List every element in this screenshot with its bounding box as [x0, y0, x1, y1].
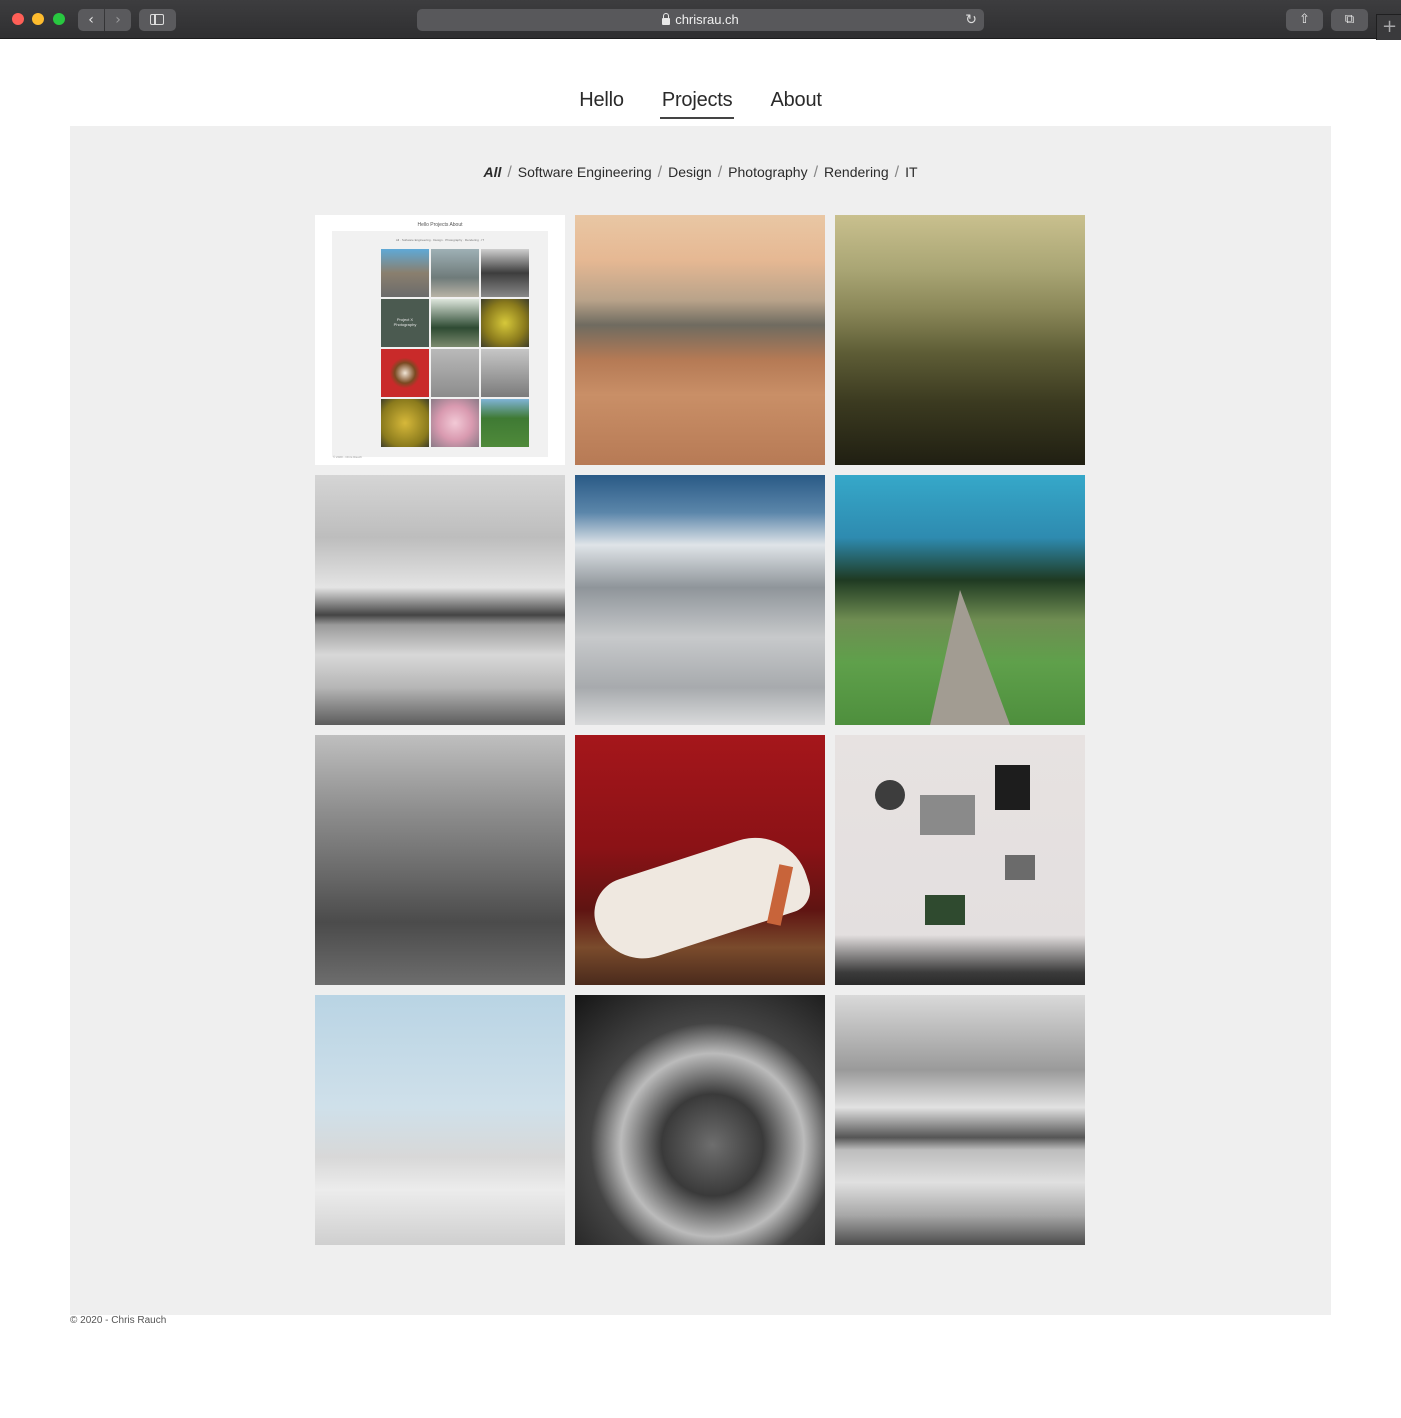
- filter-all[interactable]: All: [483, 164, 501, 180]
- show-tabs-button[interactable]: ⧉: [1331, 9, 1368, 31]
- filter-software-engineering[interactable]: Software Engineering: [518, 164, 652, 180]
- project-tile-website[interactable]: Hello Projects About All · Software Engi…: [315, 215, 565, 465]
- project-tile-snowy-mountains[interactable]: [575, 475, 825, 725]
- filter-it[interactable]: IT: [905, 164, 917, 180]
- project-tile-camera-parts[interactable]: [835, 735, 1085, 985]
- share-icon: ⇧: [1299, 12, 1310, 27]
- thumbnail-filters: All · Software Engineering · Design · Ph…: [395, 238, 485, 242]
- forward-button[interactable]: ›: [105, 9, 131, 31]
- sidebar-toggle-button[interactable]: [139, 9, 176, 31]
- filter-rendering[interactable]: Rendering: [824, 164, 889, 180]
- zoom-window-button[interactable]: [53, 13, 65, 25]
- project-tile-santorini[interactable]: [315, 995, 565, 1245]
- browser-toolbar: ‹ › chrisrau.ch ↻ ⇧ ⧉ +: [0, 0, 1401, 40]
- chevron-right-icon: ›: [115, 12, 121, 28]
- project-tile-bw-beach-2[interactable]: [835, 995, 1085, 1245]
- project-tile-bw-grass[interactable]: [315, 735, 565, 985]
- camera-board-shape: [925, 895, 965, 925]
- minimize-window-button[interactable]: [32, 13, 44, 25]
- sidebar-icon: [150, 14, 164, 25]
- plus-icon: +: [1381, 16, 1398, 37]
- nav-projects[interactable]: Projects: [659, 86, 735, 119]
- main-nav: Hello Projects About: [0, 86, 1401, 119]
- project-tile-ocean-wave[interactable]: [575, 215, 825, 465]
- nav-about[interactable]: About: [768, 86, 823, 117]
- url-text: chrisrau.ch: [675, 12, 739, 27]
- footer-copyright: © 2020 - Chris Rauch: [70, 1315, 167, 1326]
- close-window-button[interactable]: [12, 13, 24, 25]
- filter-separator: /: [507, 164, 512, 181]
- back-button[interactable]: ‹: [78, 9, 104, 31]
- camera-screen-shape: [995, 765, 1030, 810]
- project-tile-park-path[interactable]: [835, 475, 1085, 725]
- thumbnail-project-sub: Photography: [393, 322, 417, 327]
- thumbnail-footer: © 2020 - Chris Rauch: [333, 455, 362, 459]
- share-button[interactable]: ⇧: [1286, 9, 1323, 31]
- new-tab-button[interactable]: +: [1376, 14, 1401, 40]
- camera-lens-shape: [875, 780, 905, 810]
- filter-separator: /: [813, 164, 819, 181]
- project-tile-white-shoes[interactable]: [575, 735, 825, 985]
- filter-separator: /: [717, 164, 723, 181]
- camera-part-shape: [1005, 855, 1035, 880]
- thumbnail-nav: Hello Projects About: [417, 222, 463, 228]
- nav-hello[interactable]: Hello: [577, 86, 626, 117]
- filter-separator: /: [894, 164, 900, 181]
- project-tile-bw-beach[interactable]: [315, 475, 565, 725]
- camera-frame-shape: [920, 795, 975, 835]
- filter-design[interactable]: Design: [668, 164, 712, 180]
- filter-photography[interactable]: Photography: [728, 164, 807, 180]
- address-bar[interactable]: chrisrau.ch ↻: [417, 9, 984, 31]
- reload-icon[interactable]: ↻: [965, 9, 977, 31]
- projects-panel: All / Software Engineering / Design / Photogra…: [70, 126, 1331, 1315]
- project-grid: Hello Projects About All · Software Engi…: [315, 215, 1085, 1245]
- path-shape: [930, 590, 1010, 725]
- thumbnail-grid: Project X Photography: [381, 249, 529, 447]
- project-tile-wagon-wheel[interactable]: [575, 995, 825, 1245]
- category-filters: All / Software Engineering / Design / Photogra…: [70, 164, 1331, 182]
- chevron-left-icon: ‹: [88, 12, 94, 28]
- lock-icon: [662, 13, 671, 25]
- filter-separator: /: [657, 164, 663, 181]
- tabs-icon: ⧉: [1344, 12, 1355, 27]
- project-tile-hills-landscape[interactable]: [835, 215, 1085, 465]
